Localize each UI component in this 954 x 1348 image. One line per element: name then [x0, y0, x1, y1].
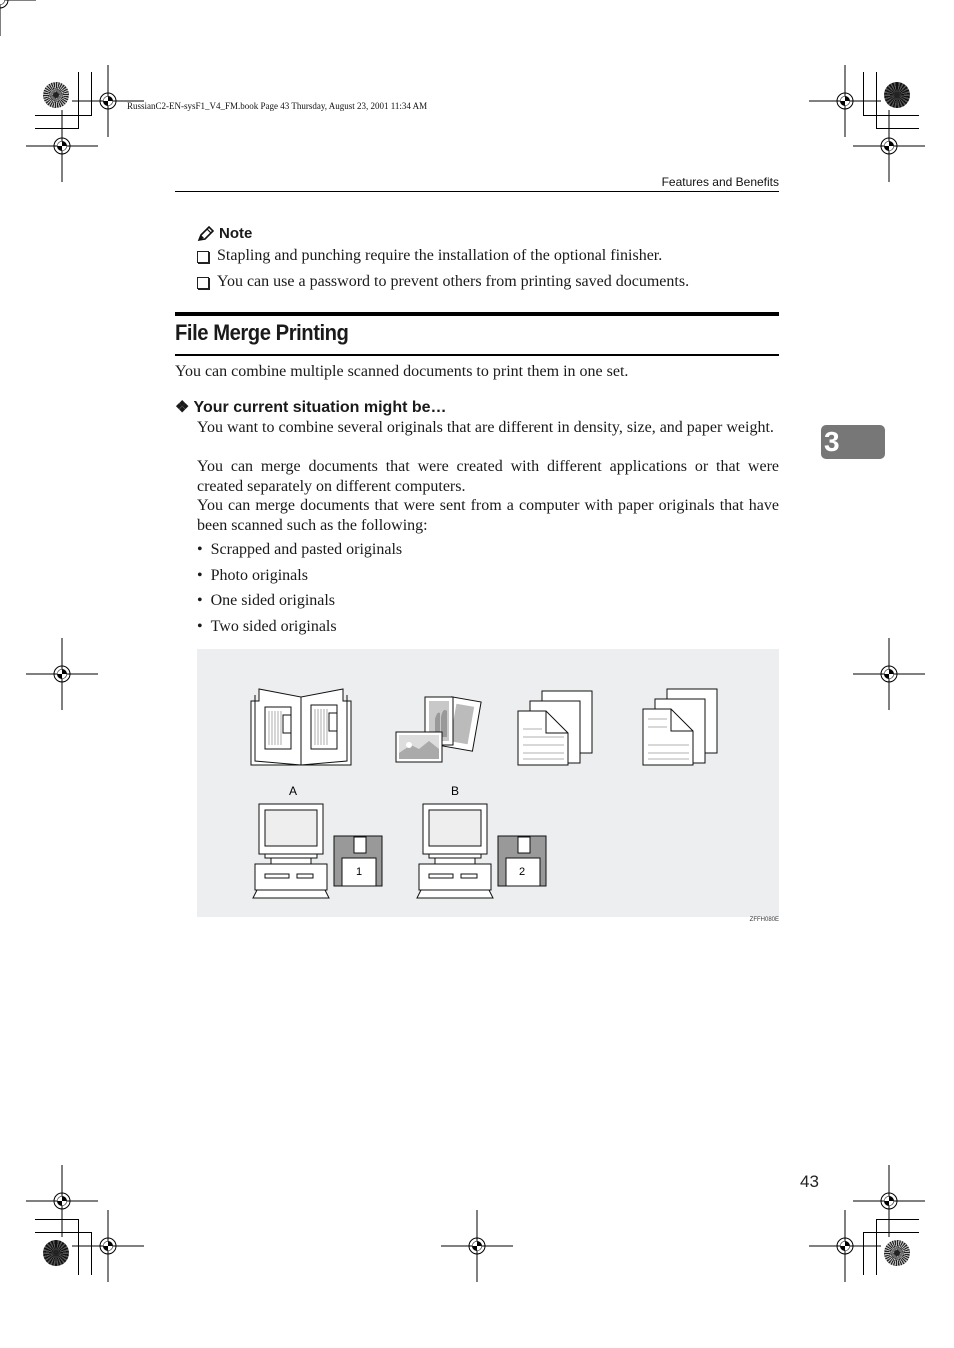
disk-number: 2: [519, 866, 525, 878]
running-head: Features and Benefits: [661, 175, 779, 189]
pencil-icon: [197, 225, 215, 241]
subsection-title: Your current situation might be…: [193, 399, 447, 416]
list-item: • Scrapped and pasted originals: [197, 541, 403, 558]
computer-label: A: [289, 784, 297, 798]
paragraph: You can merge documents that were create…: [197, 458, 779, 495]
figure-code: ZFFH080E: [749, 917, 779, 923]
list-item: • Photo originals: [197, 567, 308, 584]
chapter-tab[interactable]: 3: [821, 425, 885, 459]
disk-number: 1: [356, 866, 362, 878]
section-intro: You can combine multiple scanned documen…: [175, 363, 629, 380]
file-info: RussianC2-EN-sysF1_V4_FM.book Page 43 Th…: [127, 101, 428, 111]
illustration-svg: A 1 B 2: [250, 688, 718, 899]
note-item: You can use a password to prevent others…: [197, 272, 689, 292]
subsection-heading: ❖ Your current situation might be…: [175, 397, 447, 417]
section-rule-bottom: [175, 354, 779, 356]
paragraph: You want to combine several originals th…: [197, 419, 774, 436]
photo-icon: [395, 696, 482, 763]
illustration: A 1 B 2: [197, 649, 779, 917]
checkbox-bullet-icon: [197, 251, 209, 263]
floppy-disk-icon: [497, 835, 547, 887]
diamond-bullet-icon: ❖: [175, 399, 190, 416]
list-item: • Two sided originals: [197, 618, 337, 635]
computer-icon: [416, 803, 494, 899]
page-number: 43: [800, 1172, 819, 1191]
floppy-disk-icon: [333, 835, 383, 887]
list-item: • One sided originals: [197, 592, 336, 609]
paragraph: You can merge documents that were sent f…: [197, 497, 779, 534]
section-rule-top: [175, 312, 779, 316]
header-rule: [175, 191, 779, 192]
note-title: Note: [219, 225, 253, 242]
computer-icon: [252, 803, 330, 899]
book-icon: [250, 688, 352, 766]
note-item: Stapling and punching require the instal…: [197, 246, 662, 266]
checkbox-bullet-icon: [197, 277, 209, 289]
two-sided-document-icon: [642, 688, 718, 766]
computer-label: B: [451, 784, 459, 798]
note-heading: Note: [197, 225, 252, 242]
one-sided-document-icon: [517, 690, 593, 766]
section-title: File Merge Printing: [175, 320, 349, 345]
